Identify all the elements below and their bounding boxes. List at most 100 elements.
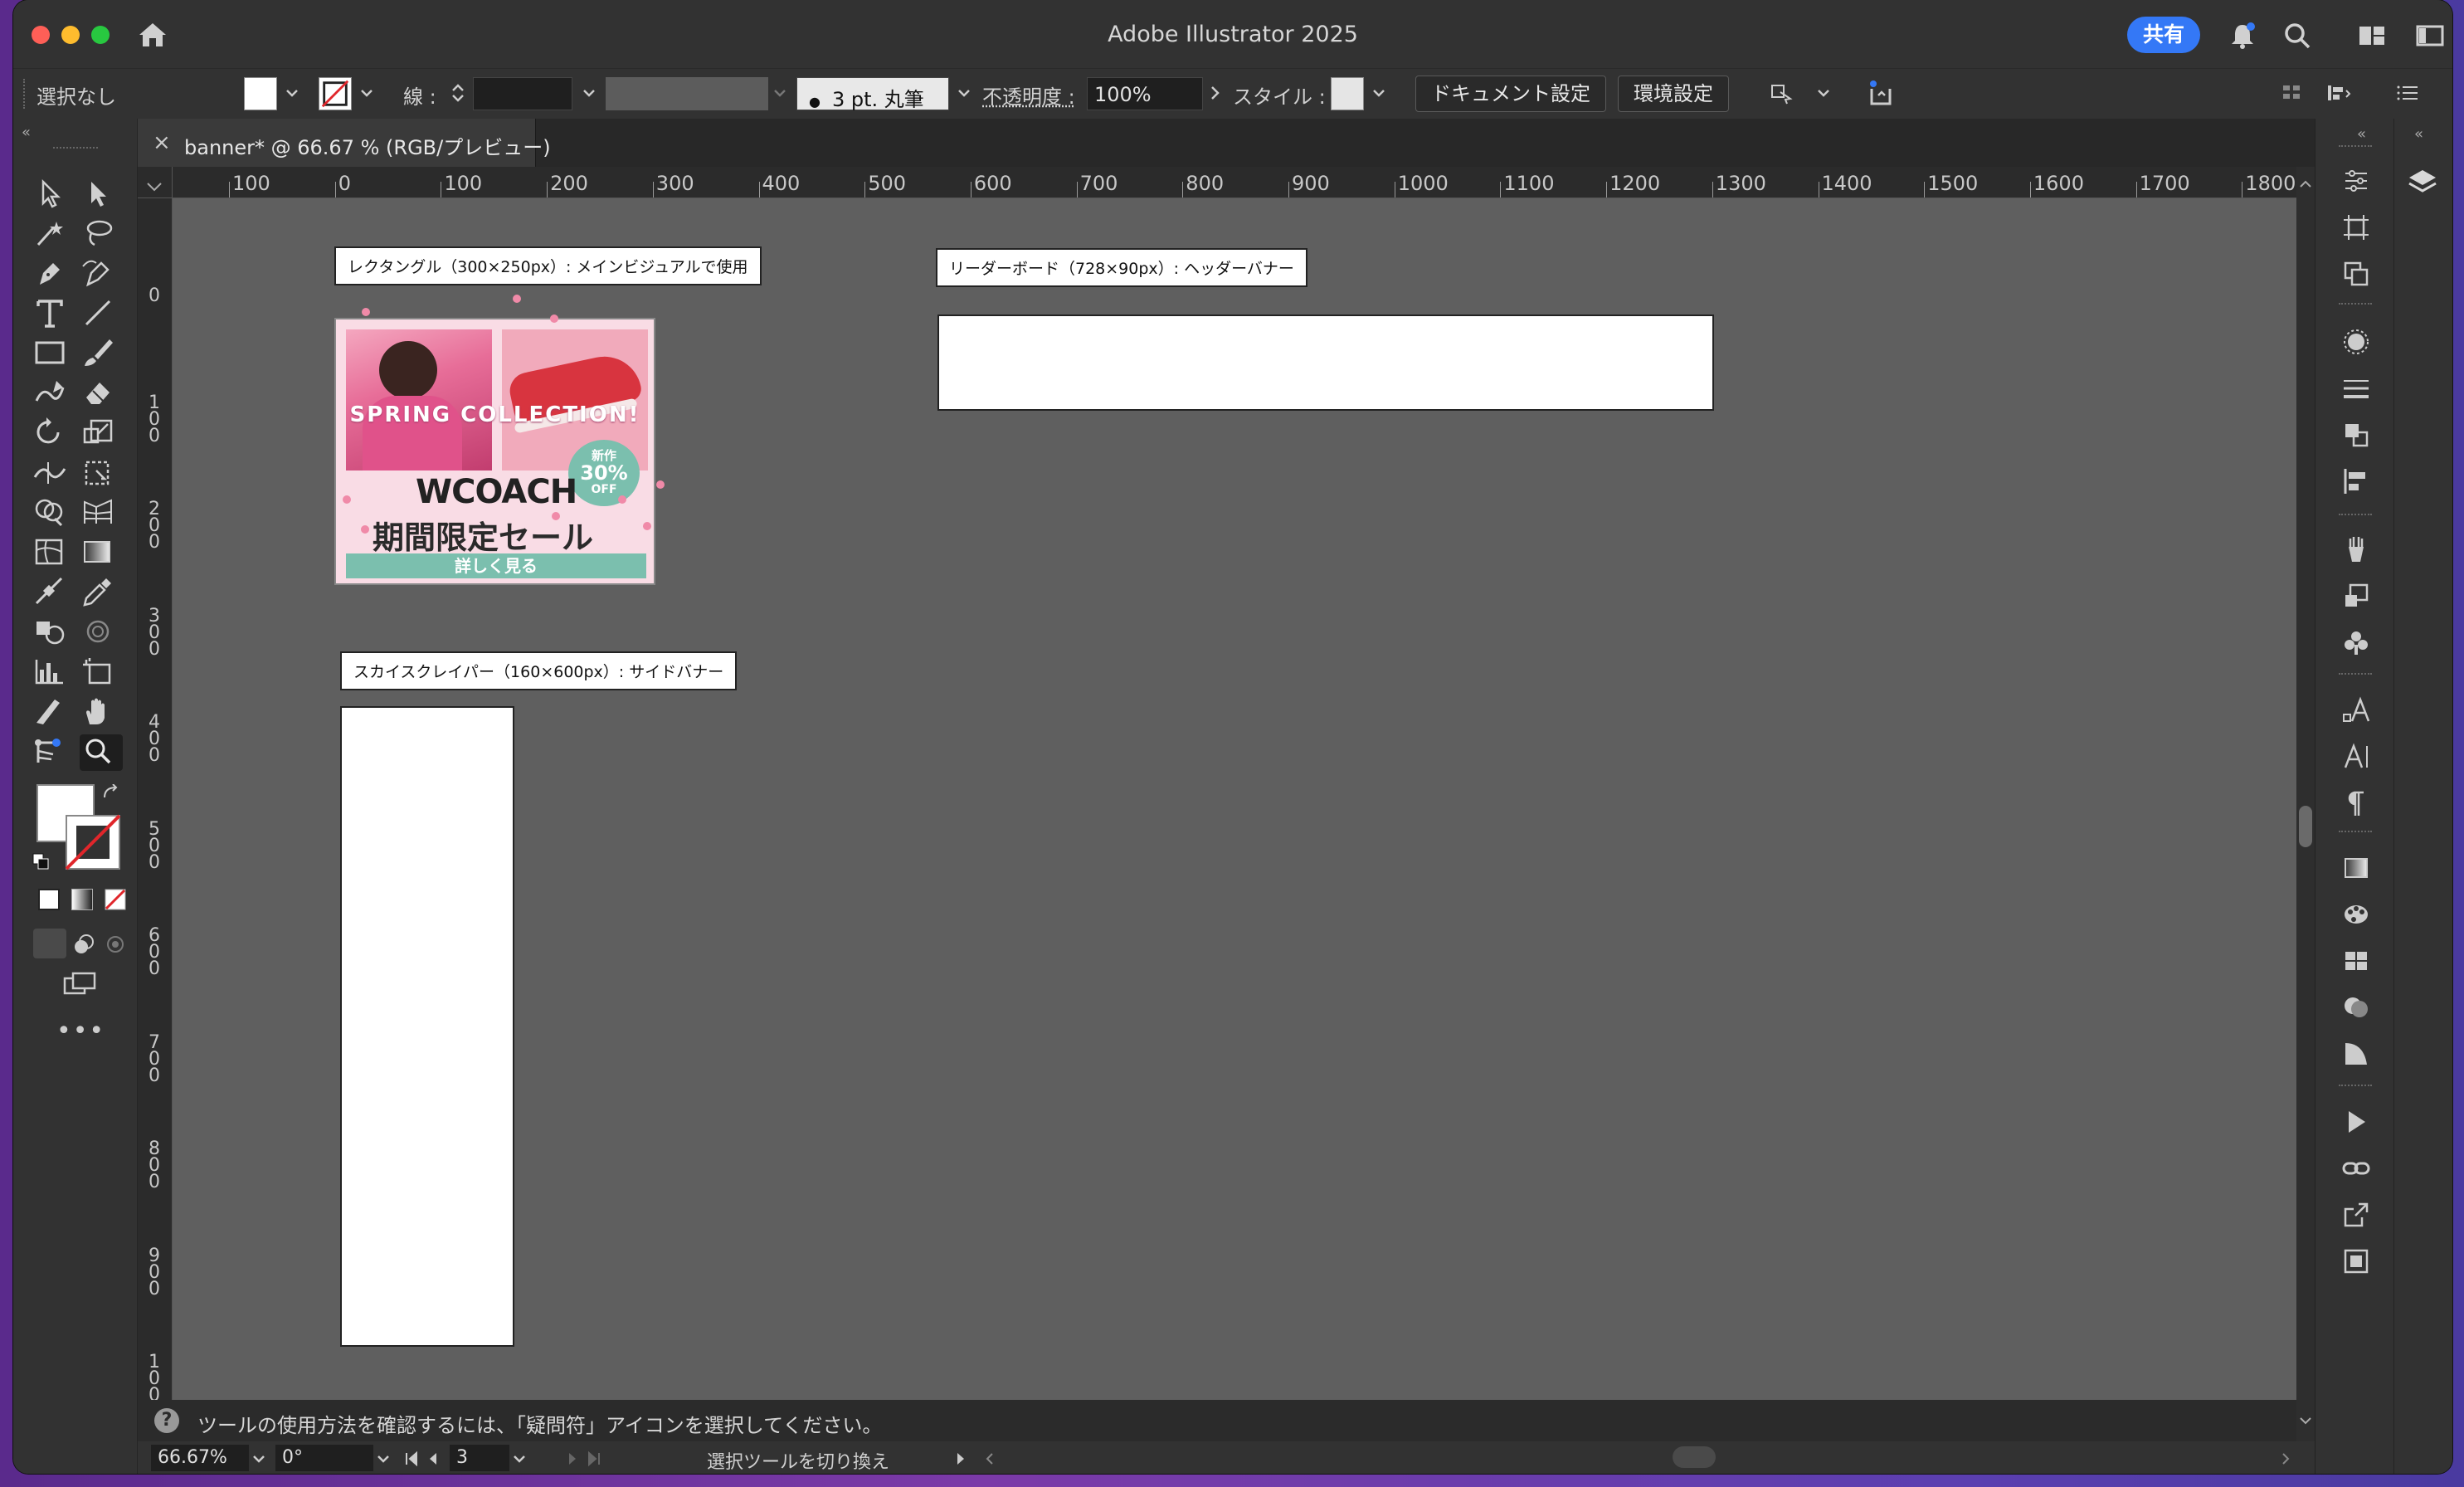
width-tool-icon[interactable] — [32, 456, 75, 492]
previous-artboard-icon[interactable] — [423, 1446, 443, 1471]
graphic-styles-icon[interactable] — [2340, 626, 2372, 658]
stroke-stepper-icon[interactable] — [448, 80, 468, 105]
document-settings-button[interactable]: ドキュメント設定 — [1415, 76, 1606, 112]
chevron-down-icon[interactable] — [357, 80, 377, 105]
first-artboard-icon[interactable] — [402, 1446, 421, 1471]
pen-tool-icon[interactable] — [32, 256, 75, 293]
panel-toggle-icon[interactable] — [2414, 20, 2446, 51]
actions-icon[interactable] — [2340, 1106, 2372, 1138]
vertical-scrollbar[interactable] — [2296, 167, 2315, 1443]
color-mode-icon[interactable] — [38, 889, 60, 910]
status-menu-icon[interactable] — [951, 1446, 971, 1471]
close-tab-icon[interactable]: × — [153, 130, 171, 155]
perspective-grid-tool-icon[interactable] — [80, 495, 123, 532]
pathfinder-icon[interactable] — [2340, 419, 2372, 451]
horizontal-scroll-thumb[interactable] — [1673, 1446, 1716, 1468]
transform-panel-icon[interactable] — [2340, 258, 2372, 290]
draw-inside-icon[interactable] — [103, 932, 128, 957]
last-artboard-icon[interactable] — [584, 1446, 604, 1471]
asset-export-icon[interactable] — [2340, 1246, 2372, 1277]
collapse-dock-icon[interactable]: « — [2414, 125, 2423, 143]
graphic-style-swatch[interactable] — [1331, 77, 1364, 110]
artboard-number-field[interactable]: 3 — [450, 1445, 509, 1471]
chevron-down-icon[interactable] — [249, 1446, 269, 1471]
fill-swatch[interactable] — [244, 77, 277, 110]
artboards-icon[interactable] — [2340, 212, 2372, 243]
mesh-tool-icon[interactable] — [32, 535, 75, 572]
share-button[interactable]: 共有 — [2127, 17, 2200, 53]
free-transform-tool-icon[interactable] — [80, 456, 123, 492]
appearance-icon[interactable] — [2340, 326, 2372, 358]
chevron-down-icon[interactable] — [373, 1446, 393, 1471]
brushes-icon[interactable] — [2340, 534, 2372, 565]
horizontal-ruler[interactable]: 100 0 100 200 300 400 500 600 700 800 900 1000 1100 1… — [138, 167, 2313, 198]
selection-tool-icon[interactable] — [32, 177, 75, 213]
strip-grip[interactable] — [2339, 145, 2372, 147]
chevron-down-icon[interactable] — [579, 80, 599, 105]
scroll-left-icon[interactable] — [981, 1446, 1001, 1471]
color-guide-icon[interactable] — [2340, 899, 2372, 930]
character-icon[interactable] — [2340, 741, 2372, 773]
swap-colors-icon[interactable] — [101, 784, 121, 806]
rotation-field[interactable]: 0° — [275, 1445, 373, 1471]
recolor-icon[interactable] — [1865, 77, 1897, 109]
layers-icon[interactable] — [2406, 165, 2439, 198]
swatches-icon[interactable] — [2340, 945, 2372, 977]
symbol-sprayer-tool-icon[interactable] — [80, 615, 123, 651]
chevron-down-icon[interactable] — [282, 80, 302, 105]
scale-tool-icon[interactable] — [80, 416, 123, 452]
leaderboard-artboard[interactable] — [937, 314, 1714, 411]
vertical-ruler[interactable]: 0 100 200 300 400 500 600 700 800 900 1000 — [138, 198, 173, 1400]
none-mode-icon[interactable] — [105, 889, 126, 910]
artboard-tool-icon[interactable] — [80, 655, 123, 691]
opacity-field[interactable]: 100% — [1087, 77, 1203, 110]
slice-tool-icon[interactable] — [32, 695, 75, 731]
curvature-tool-icon[interactable] — [80, 256, 123, 293]
rectangle-banner-artboard[interactable]: SPRING COLLECTION! 新作 30% OFF WCOACH 期間限… — [334, 318, 655, 585]
skyscraper-artboard[interactable] — [340, 706, 514, 1347]
draw-behind-icon[interactable] — [71, 932, 96, 957]
chevron-down-icon[interactable] — [1814, 80, 1833, 105]
draw-normal-icon[interactable] — [33, 929, 66, 958]
gradient-panel-icon[interactable] — [2340, 852, 2372, 884]
toolbar-grip[interactable] — [53, 147, 98, 150]
collapse-panel-icon[interactable]: « — [22, 124, 31, 141]
next-artboard-icon[interactable] — [562, 1446, 582, 1471]
magic-wand-tool-icon[interactable] — [32, 217, 75, 253]
align-panel-icon[interactable] — [2340, 466, 2372, 497]
align-icon[interactable] — [2280, 80, 2305, 105]
links-icon[interactable] — [2340, 1153, 2372, 1184]
select-similar-icon[interactable] — [1769, 80, 1797, 105]
stroke-none-swatch[interactable] — [319, 77, 352, 110]
artboard-canvas[interactable]: レクタングル（300×250px）: メインビジュアルで使用 SPRING CO… — [173, 198, 2296, 1400]
paintbrush-tool-icon[interactable] — [80, 336, 123, 373]
rectangle-tool-icon[interactable] — [32, 336, 75, 373]
lasso-tool-icon[interactable] — [80, 217, 123, 253]
blend-tool-icon[interactable] — [32, 575, 75, 612]
direct-selection-tool-icon[interactable] — [80, 177, 123, 213]
eyedropper-tool-icon[interactable] — [80, 575, 123, 612]
more-tools-icon[interactable]: ••• — [56, 1017, 105, 1046]
eraser-tool-icon[interactable] — [80, 376, 123, 412]
symbols-icon[interactable] — [2340, 580, 2372, 612]
transparency-icon[interactable] — [2340, 992, 2372, 1023]
hand-tool-icon[interactable] — [80, 695, 123, 731]
leaderboard-caption[interactable]: リーダーボード（728×90px）: ヘッダーバナー — [936, 248, 1307, 287]
ruler-origin[interactable] — [138, 167, 173, 197]
stroke-color-box[interactable] — [65, 814, 121, 870]
zoom-tool-icon[interactable] — [80, 734, 123, 771]
transform-icon[interactable] — [2325, 80, 2354, 105]
scroll-down-icon[interactable] — [2299, 1415, 2312, 1426]
live-paint-tool-icon[interactable] — [32, 615, 75, 651]
stroke-panel-icon[interactable] — [2340, 373, 2372, 404]
question-mark-icon[interactable]: ? — [154, 1408, 179, 1433]
opacity-label[interactable]: 不透明度 : — [982, 80, 1075, 110]
chevron-down-icon[interactable] — [1369, 80, 1389, 105]
shape-builder-tool-icon[interactable] — [32, 495, 75, 532]
brush-definition-field[interactable]: ● 3 pt. 丸筆 — [796, 77, 949, 111]
chevron-down-icon[interactable] — [509, 1446, 529, 1471]
scroll-right-icon[interactable] — [2275, 1446, 2295, 1471]
zoom-field[interactable]: 66.67% — [151, 1445, 249, 1471]
default-colors-icon[interactable] — [32, 852, 50, 870]
collapse-strip-icon[interactable]: « — [2357, 125, 2366, 143]
